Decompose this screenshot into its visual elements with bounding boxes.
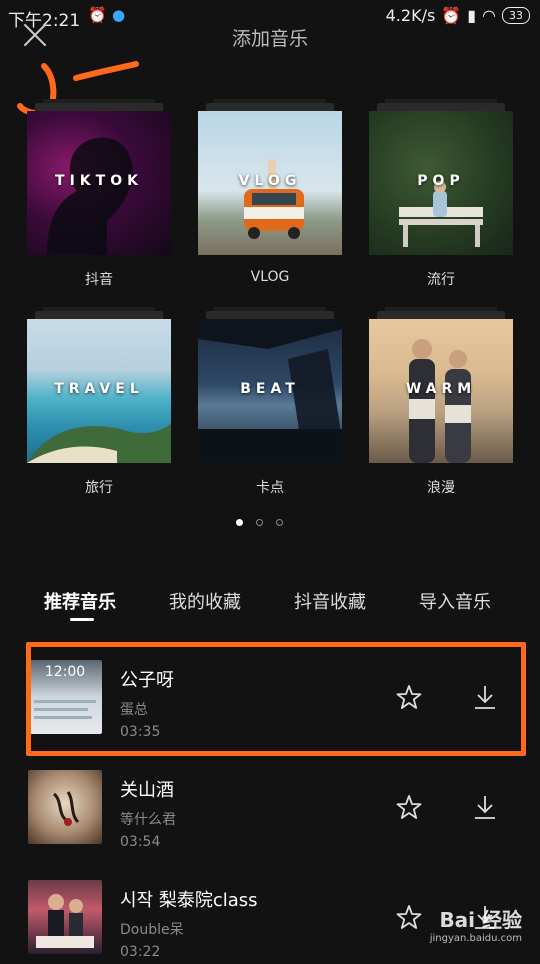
- watermark-brand: Bai 经验: [439, 908, 522, 932]
- watermark: Bai 经验 jingyan.baidu.com: [430, 904, 522, 944]
- category-image: POP: [369, 111, 513, 255]
- song-artist: Double呆: [120, 922, 184, 938]
- category-beat[interactable]: BEAT 卡点: [198, 307, 342, 497]
- category-image: VLOG: [198, 111, 342, 255]
- music-tabs: 推荐音乐 我的收藏 抖音收藏 导入音乐: [0, 588, 540, 628]
- category-tiktok[interactable]: TIKTOK 抖音: [27, 99, 171, 289]
- page-dot-1[interactable]: [236, 519, 243, 526]
- battery-icon: 33: [502, 7, 530, 24]
- category-vlog[interactable]: VLOG VLOG: [198, 99, 342, 285]
- active-tab-indicator: [70, 618, 94, 621]
- category-label: 浪漫: [427, 480, 455, 496]
- category-travel[interactable]: TRAVEL 旅行: [27, 307, 171, 497]
- watermark-url: jingyan.baidu.com: [429, 933, 522, 944]
- category-tag: WARM: [405, 381, 477, 397]
- song-duration: 03:22: [120, 944, 161, 960]
- alarm-icon-right: ⏰: [441, 6, 462, 25]
- page-dot-3[interactable]: [276, 519, 283, 526]
- song-title: 시작 梨泰院class: [120, 890, 258, 911]
- song-title: 关山酒: [120, 780, 174, 801]
- category-label: 卡点: [256, 480, 284, 496]
- category-warm[interactable]: WARM 浪漫: [369, 307, 513, 497]
- category-label: 流行: [427, 272, 455, 288]
- tab-my-favorites[interactable]: 我的收藏: [169, 588, 241, 614]
- download-icon[interactable]: [472, 794, 498, 820]
- song-artist: 等什么君: [120, 812, 176, 828]
- signal-icon: ▮: [467, 6, 477, 25]
- category-tag: TIKTOK: [55, 173, 143, 189]
- category-image: BEAT: [198, 319, 342, 463]
- category-image: TRAVEL: [27, 319, 171, 463]
- song-cover: [28, 770, 102, 844]
- status-right: 4.2K/s ⏰ ▮ ◠ 33: [386, 6, 530, 25]
- page-title: 添加音乐: [231, 28, 308, 50]
- category-tag: POP: [417, 173, 465, 189]
- category-pop[interactable]: POP 流行: [369, 99, 513, 289]
- category-label: 旅行: [85, 480, 113, 496]
- tab-recommended[interactable]: 推荐音乐: [44, 588, 116, 614]
- category-tag: VLOG: [238, 173, 302, 189]
- highlight-annotation: [26, 642, 526, 756]
- pagination-dots: [236, 519, 283, 526]
- star-icon[interactable]: [396, 904, 422, 930]
- category-tag: BEAT: [240, 381, 300, 397]
- qq-icon: ●: [112, 6, 126, 24]
- category-tag: TRAVEL: [54, 381, 144, 397]
- page-dot-2[interactable]: [256, 519, 263, 526]
- star-icon[interactable]: [396, 794, 422, 820]
- song-cover: [28, 880, 102, 954]
- category-label: VLOG: [250, 269, 290, 285]
- list-item[interactable]: 关山酒 等什么君 03:54: [0, 754, 540, 854]
- category-image: WARM: [369, 319, 513, 463]
- network-speed: 4.2K/s: [385, 6, 436, 25]
- category-label: 抖音: [85, 272, 113, 288]
- wifi-icon: ◠: [482, 6, 496, 25]
- song-duration: 03:54: [120, 834, 161, 850]
- tab-douyin-favorites[interactable]: 抖音收藏: [294, 588, 366, 614]
- tab-import-music[interactable]: 导入音乐: [419, 588, 491, 614]
- alarm-icon: ⏰: [88, 6, 107, 24]
- category-image: TIKTOK: [27, 111, 171, 255]
